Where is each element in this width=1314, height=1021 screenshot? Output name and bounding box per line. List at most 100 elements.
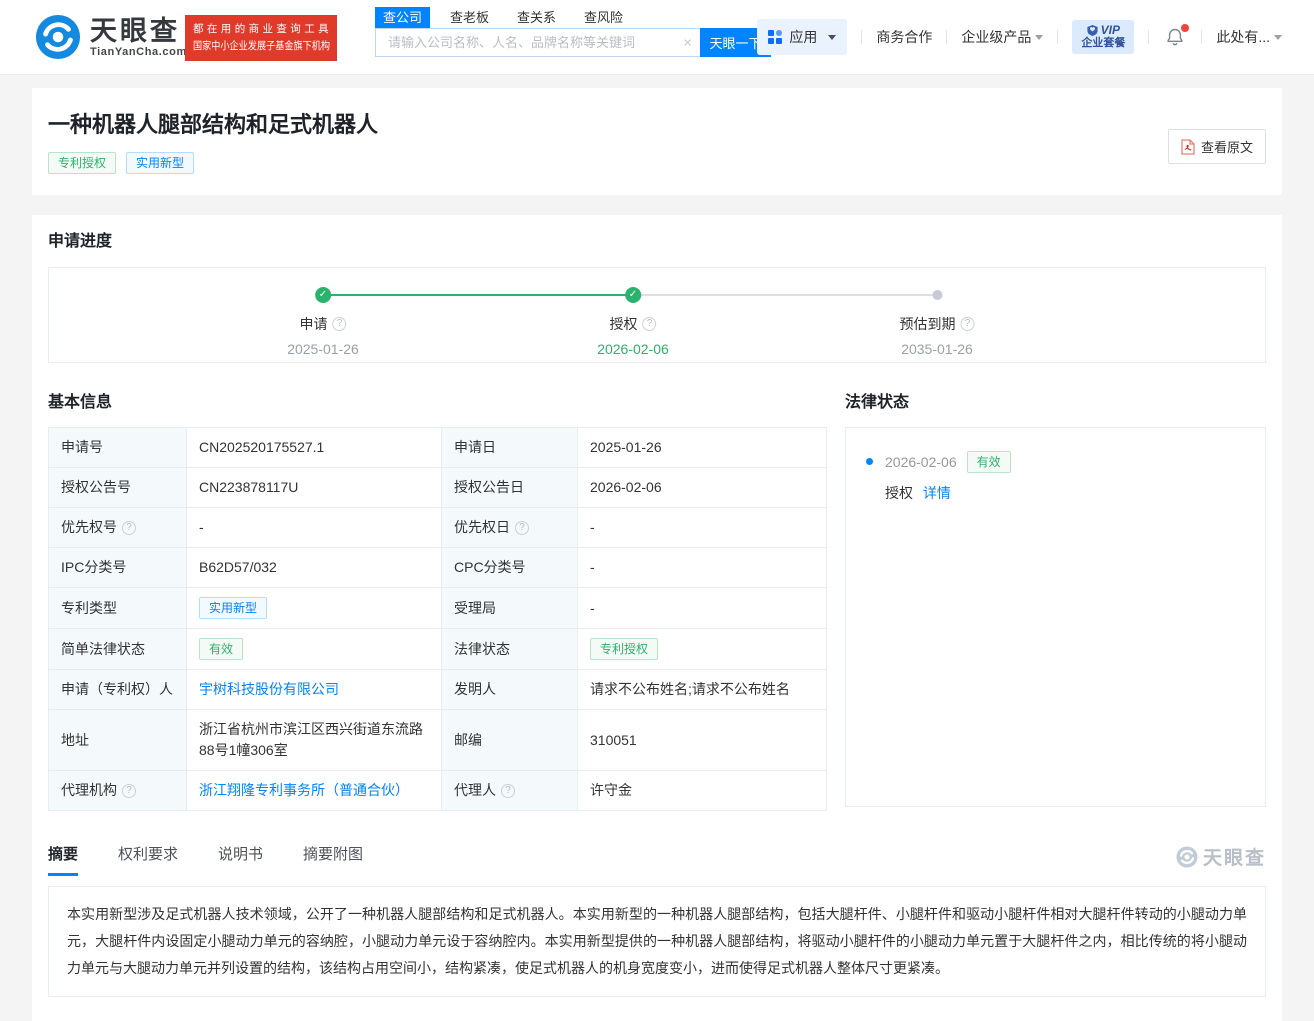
timeline-segment-done (323, 294, 633, 296)
nav-enterprise-products[interactable]: 企业级产品 (961, 27, 1043, 47)
tag-patent-granted: 专利授权 (590, 638, 658, 660)
help-icon[interactable]: ? (122, 784, 136, 798)
step-label: 预估到期 (900, 314, 956, 334)
tag-patent-granted: 专利授权 (48, 152, 116, 174)
chevron-down-icon (828, 35, 836, 40)
divider (1148, 30, 1149, 44)
search-input[interactable] (375, 28, 700, 57)
table-row-classification: IPC分类号 B62D57/032 CPC分类号 - (49, 548, 827, 588)
cell-value: - (578, 548, 827, 588)
watermark-text: 天眼查 (1203, 843, 1266, 870)
help-icon[interactable]: ? (333, 317, 347, 331)
cell-value: CN223878117U (187, 468, 442, 508)
help-icon[interactable]: ? (643, 317, 657, 331)
apps-menu-button[interactable]: 应用 (757, 19, 847, 55)
cell-label: IPC分类号 (49, 548, 187, 588)
search-tab-boss[interactable]: 查老板 (442, 7, 497, 28)
divider (1201, 30, 1202, 44)
table-row-address: 地址 浙江省杭州市滨江区西兴街道东流路88号1幢306室 邮编 310051 (49, 710, 827, 771)
cell-label: 申请日 (442, 428, 578, 468)
view-original-button[interactable]: 查看原文 (1168, 129, 1266, 164)
cell-label: 发明人 (442, 670, 578, 710)
brand-name: 天眼查 (90, 17, 187, 45)
cell-label: 优先权日 (454, 517, 510, 538)
notification-bell-icon[interactable] (1165, 27, 1185, 47)
tag-valid: 有效 (199, 638, 243, 660)
pending-dot-icon (932, 290, 942, 300)
agency-link[interactable]: 浙江翔隆专利事务所（普通合伙） (199, 782, 409, 798)
nav-business-cooperation[interactable]: 商务合作 (876, 27, 932, 47)
search-tab-relation[interactable]: 查关系 (509, 7, 564, 28)
tab-claims[interactable]: 权利要求 (118, 846, 178, 876)
basic-info-section: 基本信息 申请号 CN202520175527.1 申请日 2025-01-26… (48, 394, 827, 811)
tag-utility-model: 实用新型 (199, 597, 267, 619)
legal-status-date: 2026-02-06 (885, 454, 957, 470)
timeline-step-grant: ✓ 授权 ? 2026-02-06 (597, 287, 669, 357)
cell-value: - (578, 508, 827, 548)
chevron-down-icon (1035, 35, 1043, 40)
step-date: 2035-01-26 (900, 341, 975, 357)
search-tabs: 查公司 查老板 查关系 查风险 (375, 7, 771, 28)
step-label: 授权 (610, 314, 638, 334)
timeline-step-estimated-expiry: 预估到期 ? 2035-01-26 (900, 287, 975, 357)
check-icon: ✓ (625, 287, 641, 303)
site-header: 天眼查 TianYanCha.com 都在用的商业查询工具 国家中小企业发展子基… (0, 0, 1314, 75)
cell-label: 地址 (49, 710, 187, 771)
search-tab-risk[interactable]: 查风险 (576, 7, 631, 28)
cell-label: 邮编 (442, 710, 578, 771)
step-date: 2026-02-06 (597, 341, 669, 357)
apps-label: 应用 (789, 27, 817, 47)
basic-info-title: 基本信息 (48, 394, 827, 411)
search-tab-company[interactable]: 查公司 (375, 7, 430, 28)
progress-section-title: 申请进度 (48, 233, 1266, 250)
nav-more-menu[interactable]: 此处有... (1216, 27, 1282, 47)
step-date: 2025-01-26 (287, 341, 359, 357)
applicant-link[interactable]: 宇树科技股份有限公司 (199, 681, 339, 697)
tianyancha-watermark: 天眼查 (1176, 843, 1266, 876)
cell-label: CPC分类号 (442, 548, 578, 588)
basic-info-table: 申请号 CN202520175527.1 申请日 2025-01-26 授权公告… (48, 427, 827, 811)
cell-label: 申请（专利权）人 (49, 670, 187, 710)
help-icon[interactable]: ? (122, 521, 136, 535)
cell-label: 简单法律状态 (49, 629, 187, 670)
tag-valid: 有效 (967, 451, 1011, 473)
help-icon[interactable]: ? (515, 521, 529, 535)
table-row-applicant: 申请（专利权）人 宇树科技股份有限公司 发明人 请求不公布姓名;请求不公布姓名 (49, 670, 827, 710)
legal-status-panel: 2026-02-06 有效 授权 详情 (845, 427, 1266, 807)
check-icon: ✓ (315, 287, 331, 303)
clear-icon[interactable]: × (683, 35, 692, 50)
table-row-application-number: 申请号 CN202520175527.1 申请日 2025-01-26 (49, 428, 827, 468)
table-row-legal-status: 简单法律状态 有效 法律状态 专利授权 (49, 629, 827, 670)
cell-value: 310051 (578, 710, 827, 771)
timeline-step-application: ✓ 申请 ? 2025-01-26 (287, 287, 359, 357)
cell-label: 法律状态 (442, 629, 578, 670)
tab-description[interactable]: 说明书 (218, 846, 263, 876)
site-logo[interactable]: 天眼查 TianYanCha.com (35, 14, 187, 60)
cell-label: 申请号 (49, 428, 187, 468)
brand-domain: TianYanCha.com (90, 46, 187, 58)
pdf-icon (1181, 139, 1195, 155)
slogan-line-2: 国家中小企业发展子基金旗下机构 (193, 38, 311, 55)
divider (1057, 30, 1058, 44)
help-icon[interactable]: ? (961, 317, 975, 331)
tag-utility-model: 实用新型 (126, 152, 194, 174)
patent-tags: 专利授权 实用新型 (48, 152, 1266, 174)
chevron-down-icon (1274, 35, 1282, 40)
vip-package-badge[interactable]: VIP 企业套餐 (1072, 20, 1134, 54)
help-icon[interactable]: ? (501, 784, 515, 798)
legal-detail-link[interactable]: 详情 (923, 485, 951, 501)
cell-label: 代理机构 (61, 780, 117, 801)
slogan-line-1: 都在用的商业查询工具 (193, 21, 329, 38)
tianyancha-watermark-icon (1176, 846, 1198, 868)
more-label: 此处有... (1216, 27, 1270, 47)
top-navigation: 应用 商务合作 企业级产品 VIP 企业套餐 (757, 19, 1282, 55)
enterprise-label: 企业级产品 (961, 27, 1031, 47)
apps-grid-icon (768, 30, 782, 44)
cell-label: 专利类型 (49, 588, 187, 629)
tab-abstract-figure[interactable]: 摘要附图 (303, 846, 363, 876)
cell-value: B62D57/032 (187, 548, 442, 588)
view-original-label: 查看原文 (1201, 137, 1253, 156)
application-progress-timeline: ✓ 申请 ? 2025-01-26 ✓ 授权 ? 2026-02-06 预估到期… (48, 267, 1266, 363)
tab-abstract[interactable]: 摘要 (48, 846, 78, 876)
cell-value: - (578, 588, 827, 629)
